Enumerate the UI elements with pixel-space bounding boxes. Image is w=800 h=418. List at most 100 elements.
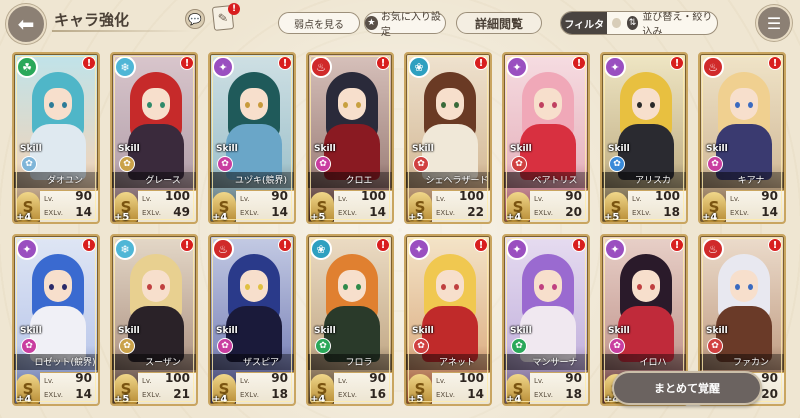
level-value: 90	[761, 189, 778, 203]
alert-icon: !	[180, 56, 194, 70]
fire-icon: ♨	[702, 56, 724, 78]
portrait-eye	[245, 102, 250, 108]
alert-icon: !	[278, 238, 292, 252]
limit-break-count: +4	[16, 394, 32, 405]
character-card-grid: ☘! Skill ✿ ダオユン Lv. 90 EXLv. 14 S +4 ❄! Skill ✿ グレース L…	[12, 52, 788, 406]
character-name: アリスカ	[634, 176, 671, 186]
water-icon: ❀	[310, 238, 332, 260]
page-title: キャラ強化	[54, 11, 130, 29]
character-name: フロラ	[345, 358, 373, 368]
trait-icon: ✿	[315, 338, 331, 354]
ex-level-value: 22	[467, 205, 484, 219]
character-name: ロゼット(競界)	[34, 358, 96, 368]
alert-icon: !	[82, 56, 96, 70]
skill-label: Skill	[216, 144, 238, 154]
skill-label: Skill	[216, 326, 238, 336]
ex-level-label: EXLv.	[632, 209, 651, 217]
alert-icon: !	[572, 56, 586, 70]
skill-label: Skill	[118, 144, 140, 154]
ex-level-label: EXLv.	[338, 391, 357, 399]
bulk-awaken-button[interactable]: まとめて覚醒	[612, 371, 762, 405]
character-name: マンサーナ	[532, 358, 578, 368]
level-value: 90	[271, 189, 288, 203]
trait-icon: ✿	[119, 156, 135, 172]
character-card[interactable]: ♨! Skill ✿ キアナ Lv. 90 EXLv. 14 S +4	[698, 52, 786, 224]
character-card[interactable]: ❀! Skill ✿ フロラ Lv. 90 EXLv. 16 S +4	[306, 234, 394, 406]
level-value: 100	[458, 371, 484, 385]
character-card[interactable]: ✦! Skill ✿ ロゼット(競界) Lv. 90 EXLv. 14 S +4	[12, 234, 100, 406]
skill-label: Skill	[706, 326, 728, 336]
alert-icon: !	[278, 56, 292, 70]
trait-icon: ✿	[511, 338, 527, 354]
skill-label: Skill	[412, 326, 434, 336]
trait-icon: ✿	[119, 338, 135, 354]
character-card[interactable]: ♨! Skill ✿ クロエ Lv. 100 EXLv. 14 S +5	[306, 52, 394, 224]
ex-level-label: EXLv.	[240, 391, 259, 399]
limit-break-count: +5	[310, 212, 326, 223]
ex-level-value: 14	[75, 387, 92, 401]
skill-label: Skill	[20, 326, 42, 336]
skill-label: Skill	[20, 144, 42, 154]
ex-level-label: EXLv.	[142, 209, 161, 217]
ex-level-label: EXLv.	[44, 391, 63, 399]
back-arrow-icon: ⬅	[17, 12, 35, 36]
detail-view-button[interactable]: 詳細閲覧	[456, 12, 542, 34]
character-card[interactable]: ☘! Skill ✿ ダオユン Lv. 90 EXLv. 14 S +4	[12, 52, 100, 224]
limit-break-count: +5	[604, 212, 620, 223]
ex-level-value: 14	[271, 205, 288, 219]
weakness-button[interactable]: 弱点を見る	[278, 12, 360, 34]
ex-level-value: 14	[75, 205, 92, 219]
portrait-eye	[735, 284, 740, 290]
trait-icon: ✿	[315, 156, 331, 172]
portrait-eye	[147, 102, 152, 108]
limit-break-count: +5	[408, 394, 424, 405]
portrait-eye	[343, 284, 348, 290]
alert-icon: !	[768, 238, 782, 252]
ex-level-label: EXLv.	[240, 209, 259, 217]
character-card[interactable]: ♨! Skill ✿ ザスピア Lv. 90 EXLv. 18 S +4	[208, 234, 296, 406]
character-card[interactable]: ❄! Skill ✿ スーザン Lv. 100 EXLv. 21 S +5	[110, 234, 198, 406]
portrait-eye	[441, 102, 446, 108]
portrait-eye	[454, 284, 459, 290]
portrait-eye	[539, 102, 544, 108]
menu-button[interactable]: ☰	[756, 5, 792, 41]
ex-level-label: EXLv.	[534, 209, 553, 217]
ex-level-value: 16	[369, 387, 386, 401]
alert-icon: !	[376, 238, 390, 252]
skill-label: Skill	[314, 326, 336, 336]
filter-button[interactable]: フィルタ	[561, 12, 608, 34]
character-card[interactable]: ❄! Skill ✿ グレース Lv. 100 EXLv. 49 S +5	[110, 52, 198, 224]
skill-label: Skill	[118, 326, 140, 336]
portrait-eye	[160, 284, 165, 290]
level-label: Lv.	[436, 377, 446, 385]
trait-icon: ✿	[217, 338, 233, 354]
portrait-eye	[356, 102, 361, 108]
character-card[interactable]: ✦! Skill ✿ アリスカ Lv. 100 EXLv. 18 S +5	[600, 52, 688, 224]
limit-break-count: +4	[506, 212, 522, 223]
character-card[interactable]: ✦! Skill ✿ アネット Lv. 100 EXLv. 14 S +5	[404, 234, 492, 406]
alert-icon: !	[670, 56, 684, 70]
character-card[interactable]: ✦! Skill ✿ マンサーナ Lv. 90 EXLv. 18 S +4	[502, 234, 590, 406]
ex-level-label: EXLv.	[436, 209, 455, 217]
trait-icon: ✿	[413, 338, 429, 354]
back-button[interactable]: ⬅	[6, 4, 46, 44]
skill-label: Skill	[608, 326, 630, 336]
favorite-setting-button[interactable]: ★ お気に入り設定	[364, 12, 446, 38]
level-label: Lv.	[436, 195, 446, 203]
level-value: 90	[565, 189, 582, 203]
character-card[interactable]: ❀! Skill ✿ シェヘラザード Lv. 100 EXLv. 22 S +5	[404, 52, 492, 224]
alert-icon: !	[670, 238, 684, 252]
filter-sort-bar[interactable]: フィルタ ⇅ 並び替え・絞り込み	[560, 11, 718, 35]
info-icon[interactable]: 💬	[185, 9, 205, 29]
level-label: Lv.	[632, 195, 642, 203]
ex-level-value: 49	[173, 205, 190, 219]
character-card[interactable]: ✦! Skill ✿ ベアトリス Lv. 90 EXLv. 20 S +4	[502, 52, 590, 224]
ex-level-value: 21	[173, 387, 190, 401]
portrait-eye	[62, 284, 67, 290]
limit-break-count: +4	[212, 212, 228, 223]
character-card[interactable]: ✦! Skill ✿ ユヅキ(競界) Lv. 90 EXLv. 14 S +4	[208, 52, 296, 224]
character-name: ベアトリス	[532, 176, 578, 186]
alert-icon: !	[376, 56, 390, 70]
portrait-eye	[454, 102, 459, 108]
level-label: Lv.	[44, 195, 54, 203]
